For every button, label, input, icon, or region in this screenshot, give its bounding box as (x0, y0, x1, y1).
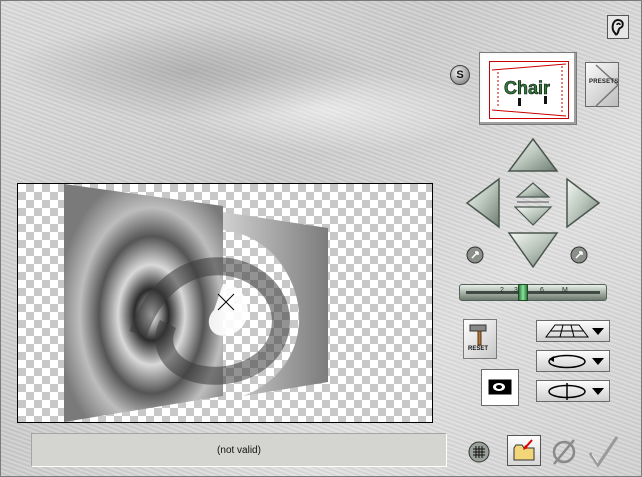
checkmark-icon[interactable] (586, 435, 620, 469)
triangle-right-icon[interactable] (566, 177, 601, 229)
grid-icon[interactable] (468, 441, 490, 463)
navigation-pad (465, 137, 601, 269)
small-triangle-up-icon[interactable] (515, 182, 551, 198)
background-preview-button[interactable] (481, 369, 519, 406)
preview-canvas[interactable] (17, 183, 433, 423)
preset-thumbnail[interactable]: Chair (479, 52, 577, 125)
preview-image-icon (488, 379, 512, 395)
ellipse-rotate-icon (548, 354, 586, 369)
status-text: (not valid) (217, 444, 261, 456)
reset-label: RESET (468, 346, 489, 352)
zoom-slider[interactable]: 2 3 6 M (459, 284, 607, 301)
ellipse-flip-icon (548, 383, 586, 400)
presets-label: PRESETS (589, 79, 619, 85)
hammer-icon (469, 324, 487, 346)
chevron-down-icon (592, 328, 604, 335)
thumbnail-text: Chair (504, 78, 550, 98)
plugin-window: S Chair PRESETS 2 3 6 M RESET (not valid… (0, 0, 642, 477)
warped-image-preview (64, 184, 328, 422)
chevron-down-icon (592, 388, 604, 395)
perspective-dropdown[interactable] (536, 320, 610, 342)
small-triangle-down-icon[interactable] (513, 206, 553, 226)
chevron-down-icon (592, 358, 604, 365)
thumbnail-graphic: Chair (491, 63, 567, 117)
reset-button[interactable]: RESET (463, 319, 497, 359)
flip-dropdown[interactable] (536, 380, 610, 402)
folder-open-icon (513, 439, 535, 461)
thumbnail-preview: Chair (489, 61, 569, 119)
slider-mark: 2 (500, 287, 504, 294)
rotate-ccw-icon[interactable] (466, 246, 484, 264)
s-button[interactable]: S (450, 65, 470, 85)
presets-button[interactable]: PRESETS (585, 62, 620, 107)
status-bar: (not valid) (31, 433, 447, 467)
cancel-slash-icon[interactable] (549, 437, 579, 467)
rotate-dropdown[interactable] (536, 350, 610, 372)
slider-thumb[interactable] (518, 284, 528, 301)
help-ear-icon[interactable] (607, 15, 629, 39)
slider-track (466, 291, 600, 294)
open-button[interactable] (507, 435, 541, 466)
perspective-grid-icon (545, 324, 589, 338)
slider-mark: 6 (540, 287, 544, 294)
slider-mark: M (562, 287, 568, 294)
rotate-cw-icon[interactable] (570, 246, 588, 264)
presets-arrow-icon (595, 64, 620, 107)
triangle-up-icon[interactable] (507, 137, 559, 172)
triangle-left-icon[interactable] (465, 177, 500, 229)
triangle-down-icon[interactable] (507, 232, 559, 269)
